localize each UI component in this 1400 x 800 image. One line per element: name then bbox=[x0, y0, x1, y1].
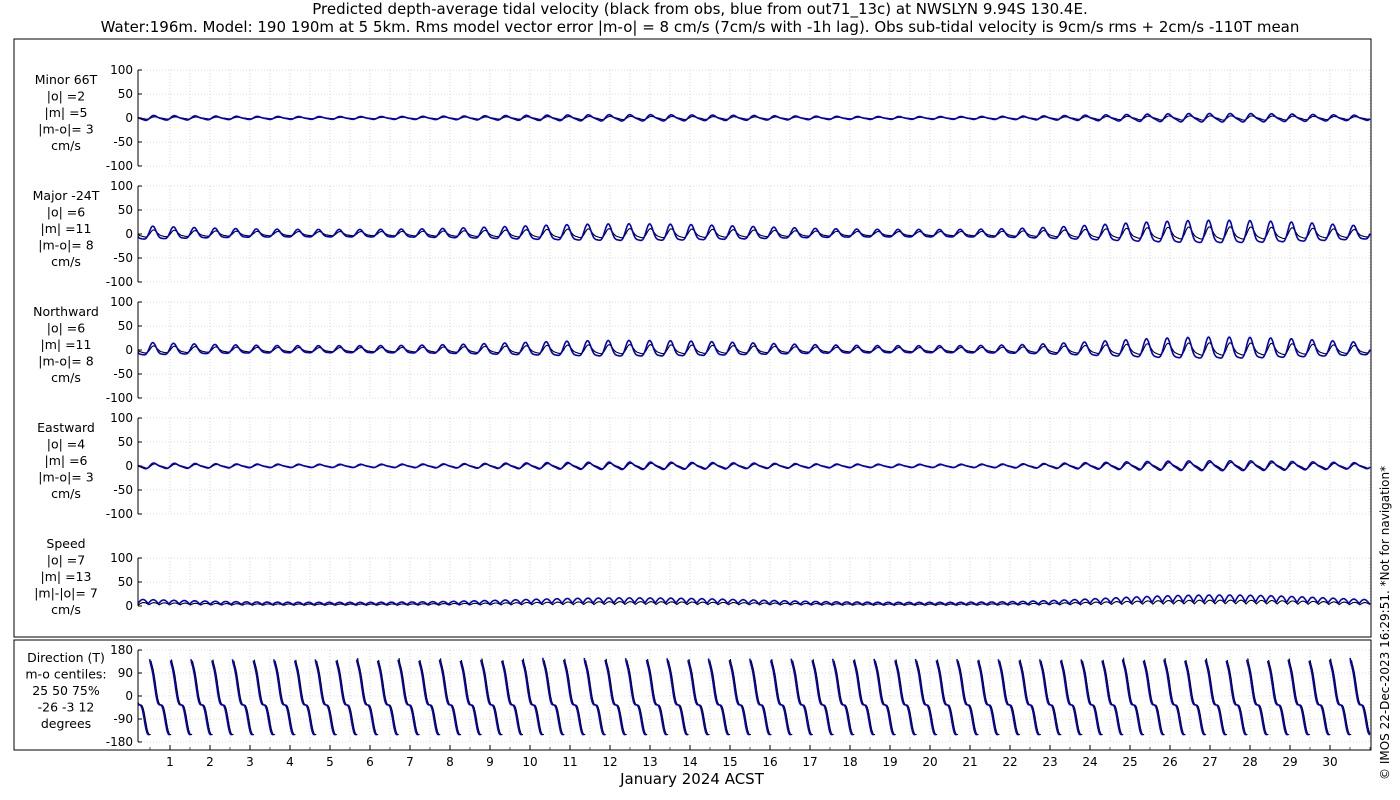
panel-label-eastward: cm/s bbox=[51, 486, 81, 501]
panel-label-direction: m-o centiles: bbox=[25, 667, 106, 682]
panel-label-minor: |m-o|= 3 bbox=[38, 122, 93, 137]
x-tick-label: 26 bbox=[1162, 755, 1177, 769]
y-tick-label-major: 50 bbox=[118, 203, 133, 217]
panel-label-eastward: |m-o|= 3 bbox=[38, 470, 93, 485]
x-tick-label: 21 bbox=[962, 755, 977, 769]
y-tick-label-minor: 0 bbox=[125, 111, 133, 125]
x-tick-label: 7 bbox=[406, 755, 414, 769]
x-tick-label: 8 bbox=[446, 755, 454, 769]
panel-label-speed: |m|-|o|= 7 bbox=[34, 586, 98, 601]
y-tick-label-northward: 100 bbox=[110, 295, 133, 309]
panel-labels: Minor 66T|o| =2|m| =5|m-o|= 3cm/sMajor -… bbox=[25, 72, 106, 731]
x-tick-label: 28 bbox=[1242, 755, 1257, 769]
x-tick-label: 5 bbox=[326, 755, 334, 769]
panel-label-major: |o| =6 bbox=[47, 205, 86, 220]
panel-grids bbox=[138, 69, 1371, 743]
chart-series bbox=[137, 112, 1371, 736]
x-axis: 1 2 3 4 5 6 7 8 9 10 11 12 13 14 15 16 17 18 19 20 21 22 23 24 2… bbox=[149, 745, 1371, 788]
y-tick-label-eastward: 50 bbox=[118, 435, 133, 449]
panel-label-eastward: |o| =4 bbox=[47, 437, 86, 452]
x-tick-label: 11 bbox=[562, 755, 577, 769]
tidal-velocity-chart: 100500-50-100100500-50-100100500-50-1001… bbox=[13, 38, 1372, 788]
y-tick-label-northward: -100 bbox=[106, 391, 133, 405]
panel-frames bbox=[13, 38, 1372, 751]
panel-label-speed: cm/s bbox=[51, 602, 81, 617]
panel-label-northward: |o| =6 bbox=[47, 321, 86, 336]
y-tick-label-direction: 90 bbox=[118, 666, 133, 680]
panel-label-speed: |o| =7 bbox=[47, 553, 85, 568]
y-tick-label-minor: 100 bbox=[110, 63, 133, 77]
y-tick-label-direction: 180 bbox=[110, 643, 133, 657]
x-tick-label: 4 bbox=[286, 755, 294, 769]
x-tick-label: 9 bbox=[486, 755, 494, 769]
y-tick-label-major: -50 bbox=[113, 251, 133, 265]
y-tick-label-major: 0 bbox=[125, 227, 133, 241]
y-tick-label-speed: 50 bbox=[118, 575, 133, 589]
x-tick-label: 25 bbox=[1122, 755, 1137, 769]
y-tick-label-speed: 100 bbox=[110, 551, 133, 565]
panel-axes: 100 50 0 -50 -100 100 50 0 -50 -100 100 50 0 -50 -100 1… bbox=[106, 63, 142, 749]
y-tick-label-northward: 0 bbox=[125, 343, 133, 357]
x-tick-label: 14 bbox=[682, 755, 697, 769]
panel-label-minor: |m| =5 bbox=[45, 105, 88, 120]
panel-label-major: |m-o|= 8 bbox=[38, 238, 93, 253]
x-tick-label: 20 bbox=[922, 755, 937, 769]
x-tick-label: 15 bbox=[722, 755, 737, 769]
x-tick-label: 3 bbox=[246, 755, 254, 769]
x-tick-label: 27 bbox=[1202, 755, 1217, 769]
x-tick-label: 12 bbox=[602, 755, 617, 769]
x-tick-label: 29 bbox=[1282, 755, 1297, 769]
y-tick-label-direction: -180 bbox=[106, 735, 133, 749]
x-tick-label: 6 bbox=[366, 755, 374, 769]
y-tick-label-eastward: -50 bbox=[113, 483, 133, 497]
panel-label-minor: cm/s bbox=[51, 138, 81, 153]
x-tick-label: 18 bbox=[842, 755, 857, 769]
x-tick-label: 2 bbox=[206, 755, 214, 769]
panel-label-minor: |o| =2 bbox=[47, 89, 85, 104]
x-tick-label: 19 bbox=[882, 755, 897, 769]
y-tick-label-speed: 0 bbox=[125, 599, 133, 613]
y-tick-label-minor: -100 bbox=[106, 159, 133, 173]
y-tick-label-minor: 50 bbox=[118, 87, 133, 101]
panel-label-northward: |m| =11 bbox=[41, 337, 92, 352]
y-tick-label-major: 100 bbox=[110, 179, 133, 193]
panel-label-direction: 25 50 75% bbox=[32, 683, 100, 698]
panel-label-northward: cm/s bbox=[51, 370, 81, 385]
y-tick-label-direction: 0 bbox=[125, 689, 133, 703]
y-tick-label-eastward: 0 bbox=[125, 459, 133, 473]
copyright-notice: © IMOS 22-Dec-2023 16:29:51. *Not for na… bbox=[1378, 465, 1392, 780]
x-tick-label: 22 bbox=[1002, 755, 1017, 769]
x-tick-label: 17 bbox=[802, 755, 817, 769]
panel-label-northward: Northward bbox=[33, 304, 99, 319]
panel-label-major: Major -24T bbox=[33, 188, 100, 203]
y-tick-label-eastward: -100 bbox=[106, 507, 133, 521]
y-tick-label-direction: -90 bbox=[113, 712, 133, 726]
panel-label-speed: |m| =13 bbox=[41, 569, 92, 584]
x-tick-label: 13 bbox=[642, 755, 657, 769]
x-axis-label: January 2024 ACST bbox=[619, 770, 765, 788]
panel-label-minor: Minor 66T bbox=[35, 72, 98, 87]
x-tick-label: 24 bbox=[1082, 755, 1097, 769]
panel-label-direction: -26 -3 12 bbox=[38, 700, 95, 715]
y-tick-label-major: -100 bbox=[106, 275, 133, 289]
x-tick-label: 10 bbox=[522, 755, 537, 769]
panel-label-eastward: |m| =6 bbox=[45, 453, 88, 468]
panel-label-direction: Direction (T) bbox=[27, 650, 105, 665]
x-tick-label: 30 bbox=[1322, 755, 1337, 769]
panel-label-eastward: Eastward bbox=[37, 420, 95, 435]
panel-label-northward: |m-o|= 8 bbox=[38, 354, 93, 369]
x-tick-label: 16 bbox=[762, 755, 777, 769]
y-tick-label-minor: -50 bbox=[113, 135, 133, 149]
panel-label-direction: degrees bbox=[41, 716, 91, 731]
x-tick-label: 23 bbox=[1042, 755, 1057, 769]
x-tick-label: 1 bbox=[166, 755, 174, 769]
y-tick-label-northward: -50 bbox=[113, 367, 133, 381]
panel-label-speed: Speed bbox=[46, 536, 85, 551]
y-tick-label-northward: 50 bbox=[118, 319, 133, 333]
panel-label-major: |m| =11 bbox=[41, 221, 92, 236]
y-tick-label-eastward: 100 bbox=[110, 411, 133, 425]
panel-label-major: cm/s bbox=[51, 254, 81, 269]
